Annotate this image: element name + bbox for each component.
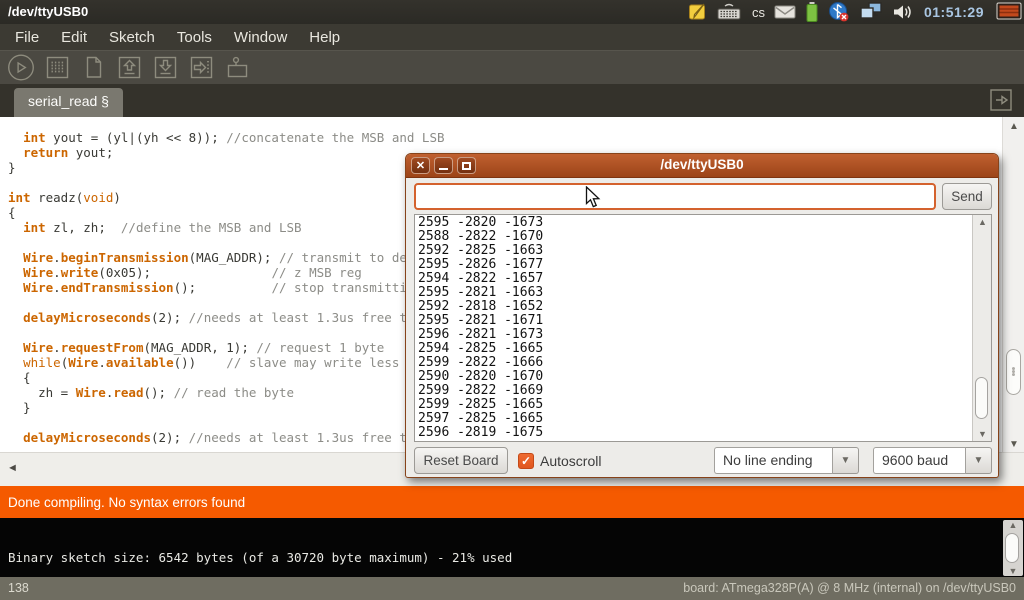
board-info: board: ATmega328P(A) @ 8 MHz (internal) … [683, 581, 1016, 595]
serial-data-line: 2588 -2822 -1670 [418, 230, 970, 244]
upload-button[interactable] [187, 54, 215, 82]
serial-monitor-icon [224, 54, 251, 81]
line-number-indicator: 138 [8, 581, 29, 595]
serial-data-line: 2595 -2821 -1663 [418, 286, 970, 300]
serial-data-line: 2596 -2819 -1675 [418, 426, 970, 440]
console-scrollbar-thumb[interactable] [1005, 533, 1019, 563]
system-tray: cs 01:51:29 [688, 0, 1022, 24]
new-icon [80, 54, 107, 81]
serial-data-line: 2599 -2825 -1665 [418, 398, 970, 412]
serial-data-line: 2595 -2821 -1671 [418, 314, 970, 328]
scroll-up-arrow-icon[interactable]: ▲ [1003, 520, 1023, 530]
serial-output-area[interactable]: 2595 -2820 -16732588 -2822 -16702592 -28… [414, 214, 992, 442]
clock[interactable]: 01:51:29 [921, 4, 987, 20]
menu-sketch[interactable]: Sketch [98, 26, 166, 49]
upload-icon [188, 54, 215, 81]
autoscroll-checkbox[interactable]: ✓ [518, 453, 534, 469]
open-button[interactable] [115, 54, 143, 82]
send-button[interactable]: Send [942, 183, 992, 210]
scroll-left-arrow-icon[interactable]: ◄ [7, 462, 18, 474]
verify-icon [7, 53, 35, 82]
tab-serial-read[interactable]: serial_read § [14, 88, 123, 117]
serial-output-lines: 2595 -2820 -16732588 -2822 -16702592 -28… [418, 216, 970, 440]
serial-monitor-controls: Reset Board ✓ Autoscroll No line ending … [414, 447, 992, 474]
keyboard-layout-label: cs [752, 5, 765, 20]
stop-icon [44, 54, 71, 81]
serial-data-line: 2596 -2821 -1673 [418, 328, 970, 342]
tab-bar: serial_read § [0, 84, 1024, 117]
reset-board-button[interactable]: Reset Board [414, 447, 508, 474]
serial-data-line: 2599 -2822 -1669 [418, 384, 970, 398]
bluetooth-icon[interactable] [828, 0, 850, 24]
battery-icon[interactable] [805, 0, 819, 24]
menu-edit[interactable]: Edit [50, 26, 98, 49]
mail-icon[interactable] [774, 0, 796, 24]
serial-monitor-window: ✕ /dev/ttyUSB0 Send 2595 -2820 -16732588… [405, 153, 999, 478]
menu-file[interactable]: File [4, 26, 50, 49]
network-icon[interactable] [859, 0, 883, 24]
toolbar [0, 50, 1024, 84]
scroll-down-arrow-icon[interactable]: ▼ [973, 429, 992, 439]
serial-input-row: Send [414, 183, 992, 210]
scroll-up-arrow-icon[interactable]: ▲ [1003, 121, 1024, 132]
chevron-down-icon[interactable]: ▼ [965, 447, 992, 474]
console-scrollbar[interactable]: ▲ ▼ [1003, 520, 1023, 576]
save-button[interactable] [151, 54, 179, 82]
serial-monitor-button[interactable] [223, 54, 251, 82]
line-ending-select[interactable]: No line ending ▼ [714, 447, 859, 474]
serial-data-line: 2595 -2826 -1677 [418, 258, 970, 272]
baud-rate-value: 9600 baud [873, 447, 965, 474]
tab-menu-button[interactable] [990, 89, 1012, 111]
status-footer: 138 board: ATmega328P(A) @ 8 MHz (intern… [0, 577, 1024, 600]
note-icon[interactable] [688, 0, 708, 24]
scrollbar-grip-icon: ●●● [1011, 368, 1015, 377]
active-window-title: /dev/ttyUSB0 [8, 4, 88, 19]
editor-vertical-scrollbar[interactable]: ▲ ●●● ▼ [1002, 117, 1024, 452]
open-icon [116, 54, 143, 81]
scroll-up-arrow-icon[interactable]: ▲ [973, 217, 992, 227]
serial-scrollbar-thumb[interactable] [975, 377, 988, 419]
serial-send-input[interactable] [414, 183, 936, 210]
compile-status-bar: Done compiling. No syntax errors found [0, 486, 1024, 518]
save-icon [152, 54, 179, 81]
serial-data-line: 2594 -2822 -1657 [418, 272, 970, 286]
code-line: int yout = (yl|(yh << 8)); //concatenate… [8, 130, 1002, 145]
serial-monitor-title: /dev/ttyUSB0 [406, 157, 998, 172]
serial-data-line: 2599 -2822 -1666 [418, 356, 970, 370]
serial-monitor-titlebar[interactable]: ✕ /dev/ttyUSB0 [406, 154, 998, 178]
menu-bar: FileEditSketchToolsWindowHelp [0, 24, 1024, 50]
keyboard-icon[interactable] [717, 0, 741, 24]
autoscroll-label: Autoscroll [540, 453, 601, 469]
new-button[interactable] [79, 54, 107, 82]
serial-data-line: 2597 -2825 -1665 [418, 412, 970, 426]
editor-scrollbar-thumb[interactable]: ●●● [1006, 349, 1021, 395]
serial-data-line: 2595 -2820 -1673 [418, 216, 970, 230]
console-message: Binary sketch size: 6542 bytes (of a 307… [8, 550, 512, 565]
scroll-down-arrow-icon[interactable]: ▼ [1003, 439, 1024, 450]
menu-window[interactable]: Window [223, 26, 298, 49]
compile-status-message: Done compiling. No syntax errors found [8, 495, 245, 510]
serial-data-line: 2590 -2820 -1670 [418, 370, 970, 384]
screen: /dev/ttyUSB0 cs 01:51:29 FileEditSketchTo… [0, 0, 1024, 600]
stop-button[interactable] [43, 54, 71, 82]
baud-rate-select[interactable]: 9600 baud ▼ [873, 447, 992, 474]
mouse-cursor-icon [585, 186, 602, 214]
serial-scrollbar[interactable]: ▲ ▼ [972, 215, 991, 441]
verify-button[interactable] [7, 54, 35, 82]
console-output: Binary sketch size: 6542 bytes (of a 307… [0, 518, 1024, 577]
menu-tools[interactable]: Tools [166, 26, 223, 49]
line-ending-value: No line ending [714, 447, 832, 474]
scroll-down-arrow-icon[interactable]: ▼ [1003, 566, 1023, 576]
serial-data-line: 2592 -2818 -1652 [418, 300, 970, 314]
desktop-top-panel: /dev/ttyUSB0 cs 01:51:29 [0, 0, 1024, 24]
serial-data-line: 2592 -2825 -1663 [418, 244, 970, 258]
volume-icon[interactable] [892, 0, 912, 24]
serial-data-line: 2594 -2825 -1665 [418, 342, 970, 356]
arrow-right-box-icon [990, 89, 1012, 111]
chevron-down-icon[interactable]: ▼ [832, 447, 859, 474]
menu-help[interactable]: Help [298, 26, 351, 49]
display-icon[interactable] [996, 0, 1022, 24]
